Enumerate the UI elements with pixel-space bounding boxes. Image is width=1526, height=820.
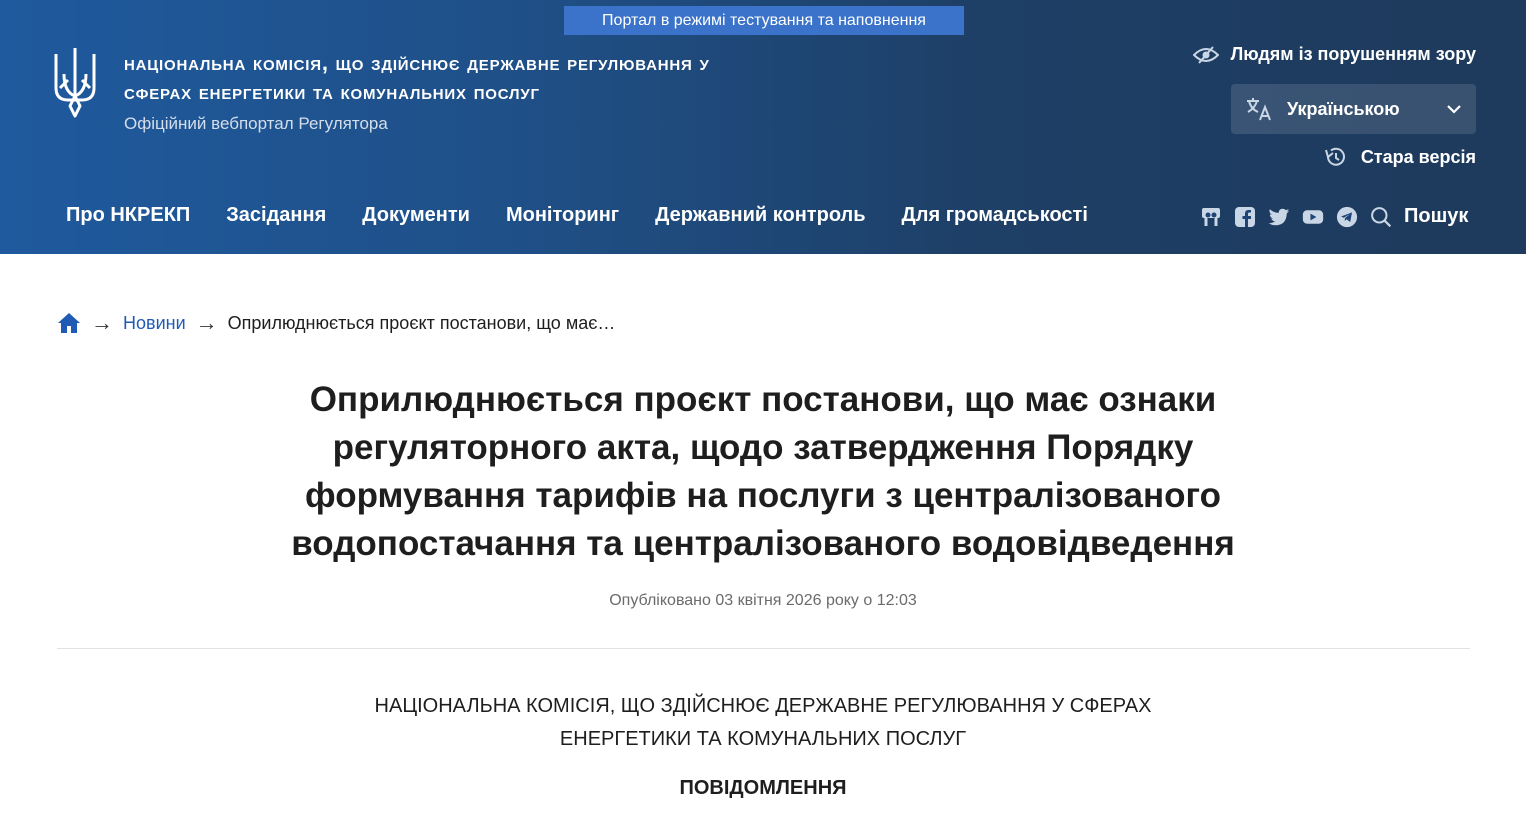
site-title[interactable]: Національна комісія, що здійснює державн… [124,48,944,106]
site-header: Портал в режимі тестування та наповнення… [0,0,1526,254]
breadcrumb-separator-icon: → [195,310,218,335]
nav-item-documents[interactable]: Документи [362,204,470,227]
article-title-line: формування тарифів на послуги з централі… [305,476,1221,515]
main-nav: Про НКРЕКП Засідання Документи Моніторин… [66,204,1088,227]
site-subtitle: Офіційний вебпортал Регулятора [124,114,388,133]
article-title-line: водопостачання та централізованого водов… [291,524,1235,563]
search-button[interactable]: Пошук [1404,205,1468,228]
translate-icon [1247,98,1271,121]
old-version-label: Стара версія [1360,146,1476,167]
home-icon[interactable] [57,312,81,334]
site-title-line-2: сферах енергетики та комунальних послуг [124,79,540,104]
eye-icon [1192,45,1219,64]
chevron-down-icon [1447,105,1461,114]
test-mode-banner: Портал в режимі тестування та наповнення [564,6,964,35]
slideshare-icon[interactable] [1200,206,1222,228]
article-org-line: НАЦІОНАЛЬНА КОМІСІЯ, ЩО ЗДІЙСНЮЄ ДЕРЖАВН… [374,695,1152,717]
breadcrumb-news-link[interactable]: Новини [123,313,186,334]
old-version-link[interactable]: Стара версія [1323,146,1476,168]
language-selected: Українською [1287,98,1400,119]
coat-of-arms-icon[interactable] [50,44,100,120]
breadcrumb-separator-icon: → [91,310,113,335]
accessibility-label: Людям із порушенням зору [1230,44,1476,64]
article-org-heading: НАЦІОНАЛЬНА КОМІСІЯ, ЩО ЗДІЙСНЮЄ ДЕРЖАВН… [330,690,1196,756]
article-org-line: ЕНЕРГЕТИКИ ТА КОМУНАЛЬНИХ ПОСЛУГ [559,728,967,750]
social-links: Пошук [1200,205,1468,228]
accessibility-link[interactable]: Людям із порушенням зору [1192,44,1476,65]
article-title-line: регуляторного акта, щодо затвердження По… [332,428,1194,467]
site-title-line-1: Національна комісія, що здійснює державн… [124,50,710,75]
language-select[interactable]: Українською [1231,84,1476,134]
published-date: Опубліковано 03 квітня 2026 року о 12:03 [609,592,917,609]
breadcrumb-current: Оприлюднюється проєкт постанови, що має… [227,312,616,333]
history-icon [1324,147,1345,166]
nav-item-public[interactable]: Для громадськості [902,204,1088,227]
article-title: Оприлюднюється проєкт постанови, що має … [260,376,1266,568]
divider [57,648,1470,649]
nav-item-monitoring[interactable]: Моніторинг [506,204,619,227]
nav-item-meetings[interactable]: Засідання [226,204,326,227]
breadcrumb: → Новини → Оприлюднюється проєкт постано… [57,310,615,336]
telegram-icon[interactable] [1336,206,1358,228]
twitter-icon[interactable] [1268,206,1290,228]
facebook-icon[interactable] [1234,206,1256,228]
nav-item-state-control[interactable]: Державний контроль [655,204,865,227]
notice-heading: ПОВІДОМЛЕННЯ [679,777,847,799]
nav-item-about[interactable]: Про НКРЕКП [66,204,190,227]
search-icon[interactable] [1370,206,1392,228]
article-title-line: Оприлюднюється проєкт постанови, що має … [309,380,1217,419]
youtube-icon[interactable] [1302,206,1324,228]
